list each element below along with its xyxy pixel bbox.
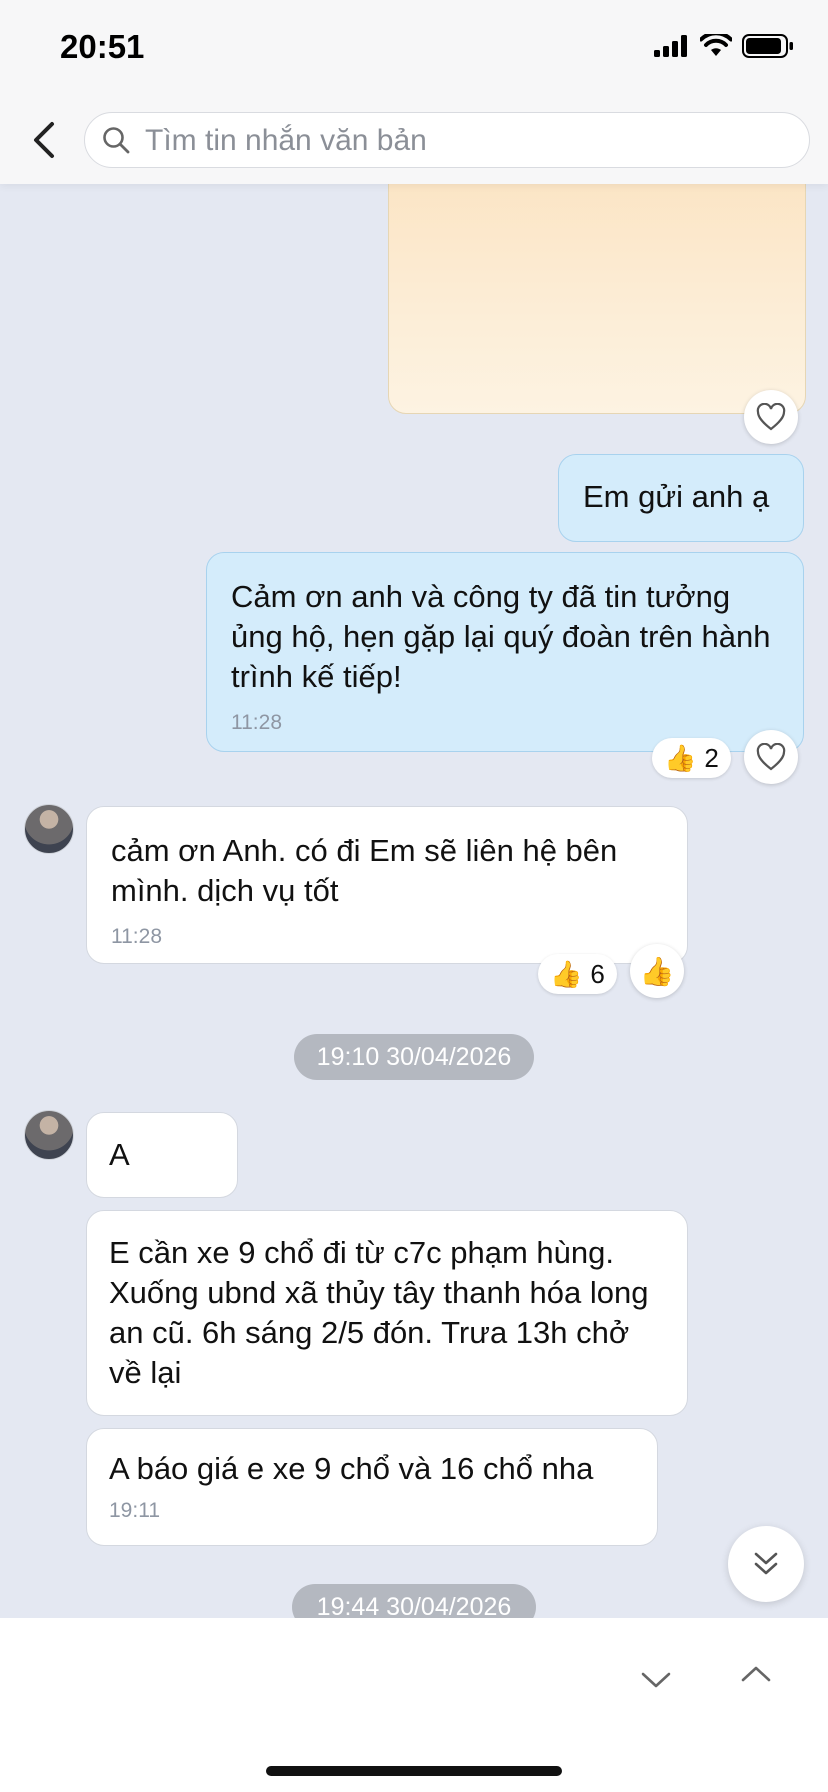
reaction-count: 2	[704, 742, 719, 773]
message-text: A báo giá e xe 9 chổ và 16 chổ nha	[109, 1451, 594, 1486]
top-bar: 20:51 Tìm tin nhắn văn bản	[0, 0, 828, 184]
search-icon	[103, 127, 130, 154]
double-chevron-down-icon	[754, 1552, 778, 1575]
reaction-summary[interactable]: 👍 2	[652, 738, 731, 778]
heart-react-button[interactable]	[744, 390, 798, 444]
outgoing-message[interactable]: Em gửi anh ạ	[558, 454, 804, 542]
outgoing-message[interactable]: Cảm ơn anh và công ty đã tin tưởng ủng h…	[206, 552, 804, 752]
thumbs-up-icon: 👍	[639, 955, 675, 987]
wifi-icon	[700, 34, 732, 56]
battery-icon	[742, 34, 793, 58]
avatar[interactable]	[24, 1110, 74, 1160]
incoming-message[interactable]: A	[86, 1112, 238, 1198]
like-react-button[interactable]: 👍	[630, 944, 684, 998]
status-icons	[654, 34, 794, 58]
thumbs-up-icon: 👍	[664, 742, 697, 773]
heart-react-button[interactable]	[744, 730, 798, 784]
chevron-up-icon[interactable]	[740, 1664, 772, 1684]
message-text: Cảm ơn anh và công ty đã tin tưởng ủng h…	[231, 579, 771, 694]
message-time: 11:28	[111, 925, 162, 948]
image-message[interactable]	[388, 150, 806, 414]
message-text: cảm ơn Anh. có đi Em sẽ liên hệ bên mình…	[111, 833, 618, 908]
message-text: E cần xe 9 chổ đi từ c7c phạm hùng. Xuốn…	[109, 1235, 649, 1390]
heart-icon	[756, 743, 786, 771]
avatar[interactable]	[24, 804, 74, 854]
search-placeholder: Tìm tin nhắn văn bản	[145, 124, 427, 157]
home-indicator	[266, 1766, 562, 1776]
chevron-down-icon[interactable]	[640, 1670, 672, 1690]
thumbs-up-icon: 👍	[550, 958, 583, 989]
date-separator: 19:10 30/04/2026	[294, 1034, 534, 1080]
message-time: 19:11	[109, 1499, 160, 1522]
incoming-message[interactable]: A báo giá e xe 9 chổ và 16 chổ nha 19:11	[86, 1428, 658, 1546]
signal-icon	[654, 35, 687, 57]
scroll-to-bottom-button[interactable]	[728, 1526, 804, 1602]
message-text: A	[109, 1137, 130, 1172]
reaction-count: 6	[590, 958, 605, 989]
reaction-summary[interactable]: 👍 6	[538, 954, 617, 994]
message-time: 11:28	[231, 711, 282, 734]
heart-icon	[756, 403, 786, 431]
status-time: 20:51	[60, 28, 145, 65]
incoming-message[interactable]: E cần xe 9 chổ đi từ c7c phạm hùng. Xuốn…	[86, 1210, 688, 1416]
incoming-message[interactable]: cảm ơn Anh. có đi Em sẽ liên hệ bên mình…	[86, 806, 688, 964]
chevron-left-icon[interactable]	[26, 118, 62, 162]
search-input[interactable]: Tìm tin nhắn văn bản	[84, 112, 810, 168]
message-text: Em gửi anh ạ	[583, 479, 770, 514]
